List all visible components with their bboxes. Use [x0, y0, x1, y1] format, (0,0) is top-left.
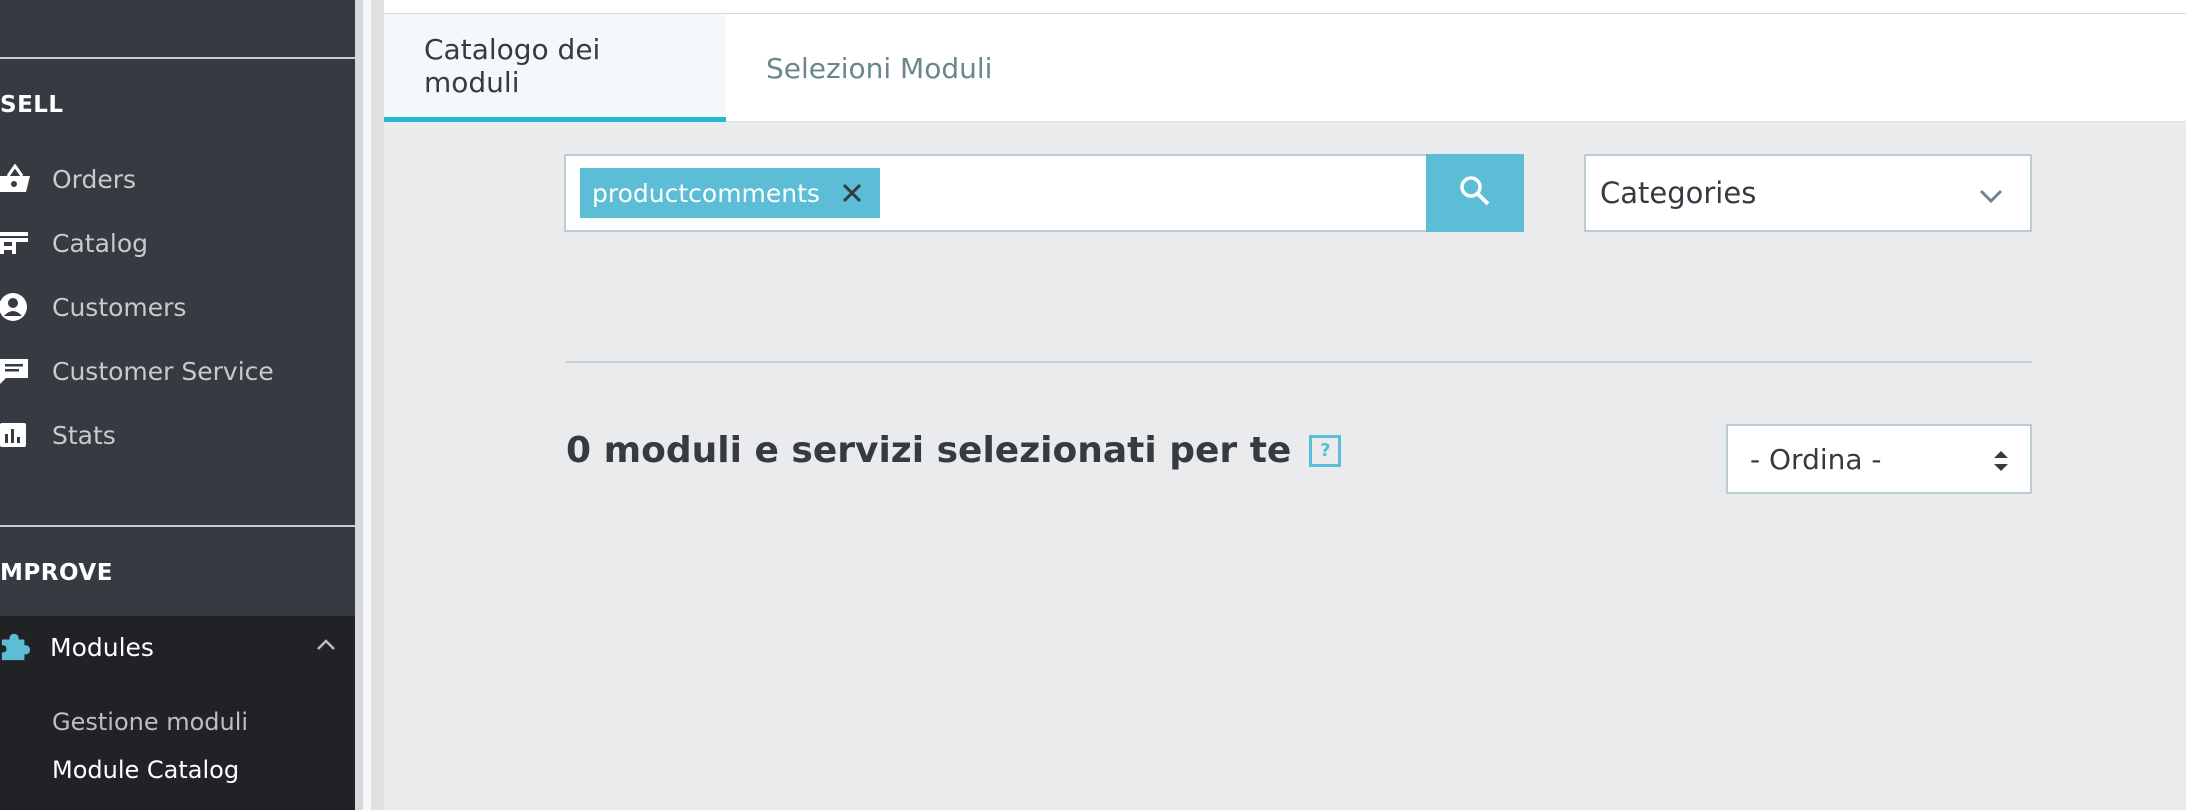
user-circle-icon — [0, 292, 30, 322]
sidebar-divider — [0, 525, 355, 527]
sidebar-section-improve: MPROVE — [0, 560, 113, 586]
sidebar-edge-highlight — [363, 0, 371, 810]
sidebar-item-label: Customers — [52, 292, 187, 322]
search-tag: productcomments — [580, 168, 880, 218]
sidebar-item-customers[interactable]: Customers — [0, 279, 355, 335]
tabs-bar: Catalogo dei moduli Selezioni Moduli — [384, 14, 2186, 122]
sidebar-item-label: Catalog — [52, 228, 149, 258]
sidebar-subitem-module-catalog[interactable]: Module Catalog — [52, 756, 239, 784]
sort-select[interactable]: - Ordina - — [1726, 424, 2032, 494]
categories-dropdown[interactable]: Categories — [1584, 154, 2032, 232]
search-input[interactable]: productcomments — [564, 154, 1428, 232]
sidebar-edge — [355, 0, 363, 810]
sort-label: - Ordina - — [1750, 442, 1882, 476]
sidebar: SELL Orders Catalog Customers Customer S… — [0, 0, 355, 810]
sidebar-item-orders[interactable]: Orders — [0, 151, 355, 207]
chevron-down-icon — [1978, 182, 2004, 216]
puzzle-icon — [0, 632, 30, 662]
sidebar-item-label: Modules — [50, 632, 154, 662]
chevron-up-icon[interactable] — [315, 634, 337, 660]
header-strip — [384, 0, 2186, 14]
sidebar-item-label: Orders — [52, 164, 137, 194]
search-button[interactable] — [1426, 154, 1524, 232]
sidebar-divider — [0, 57, 355, 59]
basket-icon — [0, 164, 30, 194]
sidebar-submenu: Gestione moduli Module Catalog — [0, 678, 355, 810]
sidebar-edge-shadow — [371, 0, 384, 810]
results-title: 0 moduli e servizi selezionati per te — [566, 430, 1292, 471]
search-icon — [1458, 174, 1492, 212]
divider — [566, 361, 2032, 363]
sidebar-item-label: Stats — [52, 420, 116, 450]
sidebar-subitem-gestione-moduli[interactable]: Gestione moduli — [52, 708, 248, 736]
sidebar-item-label: Customer Service — [52, 356, 274, 386]
close-icon[interactable] — [840, 181, 864, 205]
chat-icon — [0, 356, 30, 386]
sort-arrows-icon — [1992, 448, 2010, 481]
sidebar-section-sell: SELL — [0, 92, 64, 118]
store-icon — [0, 228, 30, 258]
sidebar-item-stats[interactable]: Stats — [0, 407, 355, 463]
categories-label: Categories — [1600, 176, 1757, 210]
search-tag-label: productcomments — [592, 178, 820, 208]
tab-selezioni-moduli[interactable]: Selezioni Moduli — [726, 14, 1032, 122]
sidebar-item-modules[interactable]: Modules — [0, 616, 355, 678]
bar-chart-icon — [0, 420, 30, 450]
results-heading: 0 moduli e servizi selezionati per te ? — [566, 430, 1342, 471]
sidebar-item-catalog[interactable]: Catalog — [0, 215, 355, 271]
sidebar-item-customer-service[interactable]: Customer Service — [0, 343, 355, 399]
help-icon[interactable]: ? — [1309, 434, 1342, 467]
tab-catalogo-dei-moduli[interactable]: Catalogo dei moduli — [384, 14, 726, 122]
